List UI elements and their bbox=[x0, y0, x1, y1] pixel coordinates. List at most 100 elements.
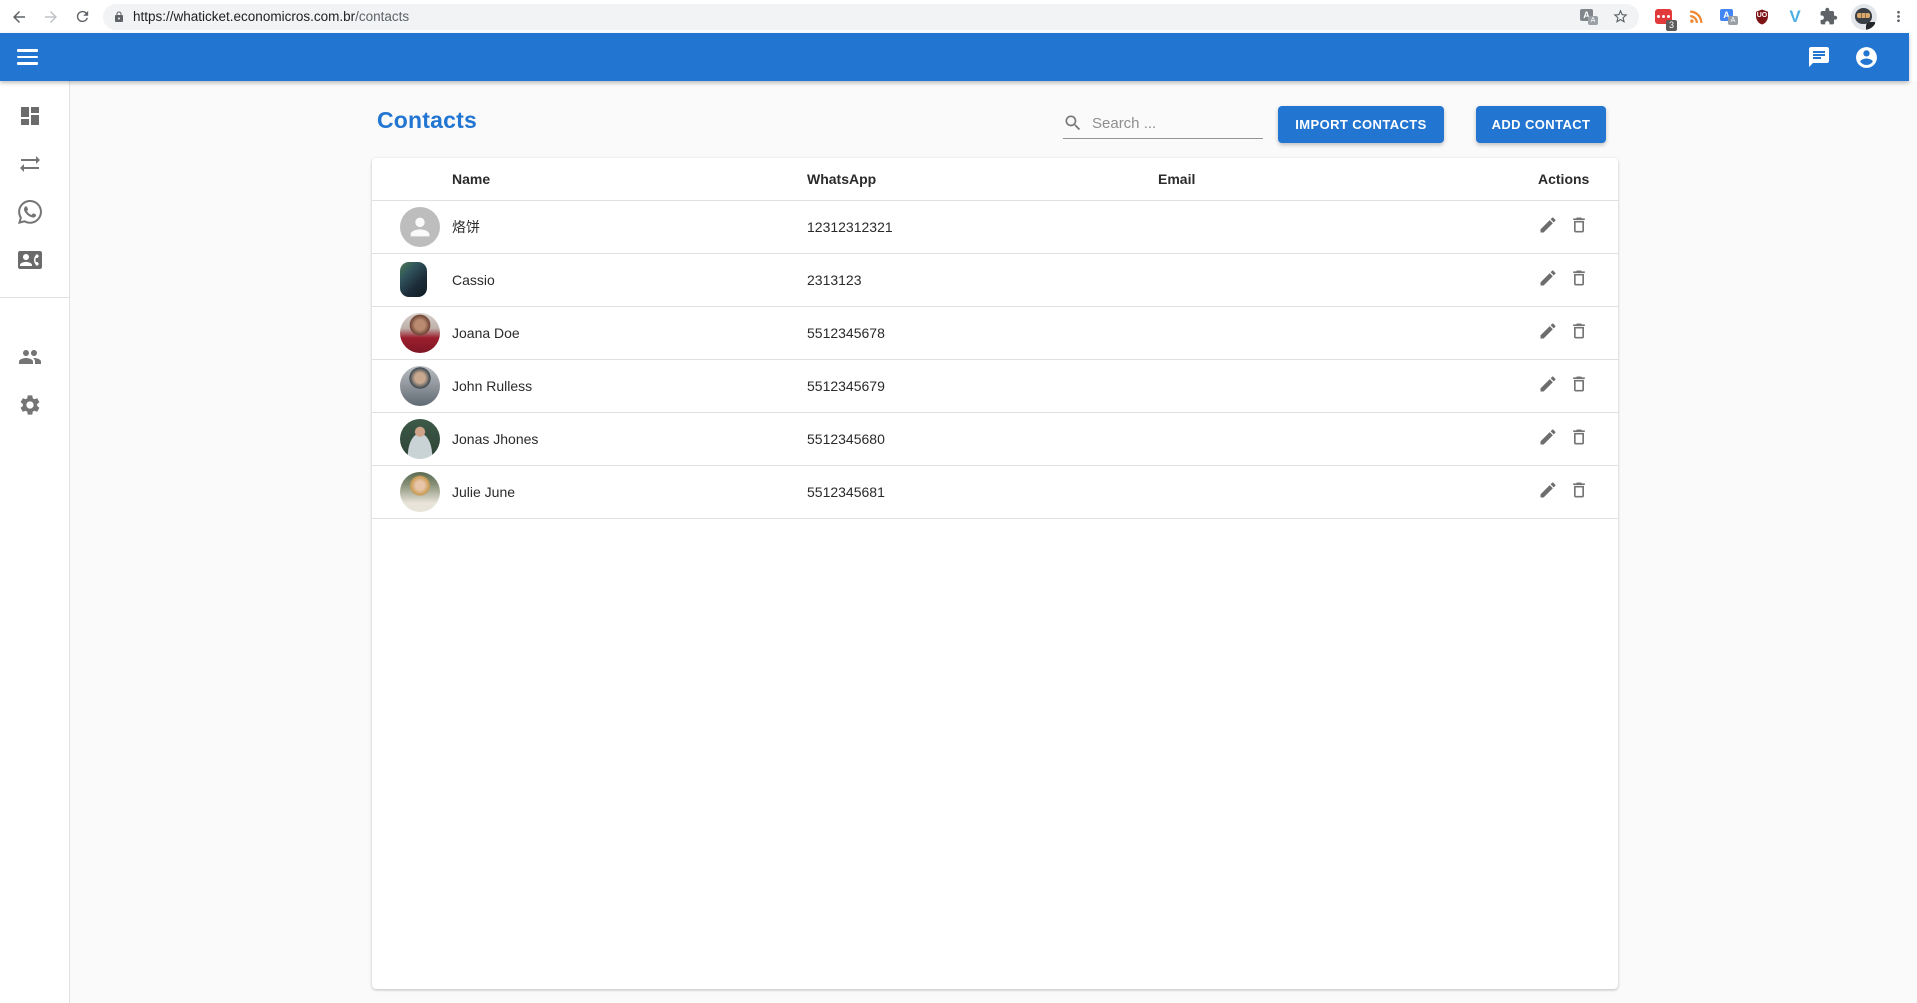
delete-icon bbox=[1569, 374, 1589, 394]
table-row: Joana Doe 5512345678 bbox=[372, 306, 1618, 359]
v-icon: V bbox=[1789, 8, 1800, 25]
delete-contact-button[interactable] bbox=[1569, 268, 1589, 288]
whatsapp-icon bbox=[18, 200, 42, 224]
rss-extension-icon[interactable] bbox=[1686, 7, 1706, 27]
connections-icon bbox=[18, 152, 42, 176]
edit-contact-button[interactable] bbox=[1538, 480, 1558, 500]
browser-profile-avatar[interactable] bbox=[1851, 4, 1877, 30]
user-menu-button[interactable] bbox=[1854, 45, 1879, 70]
translate-page-icon[interactable]: A A bbox=[1580, 9, 1598, 25]
edit-contact-button[interactable] bbox=[1538, 268, 1558, 288]
search-input[interactable] bbox=[1092, 115, 1263, 132]
ublock-extension-icon[interactable]: UO bbox=[1752, 7, 1772, 27]
bookmark-star-button[interactable] bbox=[1612, 8, 1629, 25]
menu-toggle-button[interactable] bbox=[17, 37, 57, 77]
contact-whatsapp: 2313123 bbox=[807, 253, 1158, 306]
avatar bbox=[400, 366, 440, 406]
kebab-menu-icon bbox=[1890, 8, 1907, 25]
contacts-table: Name WhatsApp Email Actions 烙饼 123123123… bbox=[372, 158, 1618, 519]
contact-email bbox=[1158, 412, 1538, 465]
account-icon bbox=[1854, 45, 1879, 70]
table-row: Julie June 5512345681 bbox=[372, 465, 1618, 518]
delete-contact-button[interactable] bbox=[1569, 374, 1589, 394]
star-icon bbox=[1612, 8, 1629, 25]
delete-contact-button[interactable] bbox=[1569, 427, 1589, 447]
translate-extension-icon[interactable]: A A bbox=[1719, 7, 1739, 27]
sidebar-item-tickets[interactable] bbox=[0, 188, 69, 236]
contact-name: Julie June bbox=[452, 465, 807, 518]
sidebar-divider bbox=[0, 297, 69, 298]
contact-name: John Rulless bbox=[452, 359, 807, 412]
delete-contact-button[interactable] bbox=[1569, 215, 1589, 235]
back-icon bbox=[10, 8, 28, 26]
delete-contact-button[interactable] bbox=[1569, 480, 1589, 500]
delete-icon bbox=[1569, 268, 1589, 288]
browser-forward-button[interactable] bbox=[42, 8, 60, 26]
settings-icon bbox=[18, 393, 42, 417]
vimium-extension-icon[interactable]: V bbox=[1785, 7, 1805, 27]
contact-whatsapp: 5512345679 bbox=[807, 359, 1158, 412]
edit-contact-button[interactable] bbox=[1538, 215, 1558, 235]
edit-contact-button[interactable] bbox=[1538, 374, 1558, 394]
avatar bbox=[400, 207, 440, 247]
edit-icon bbox=[1538, 321, 1558, 341]
chat-icon bbox=[1807, 45, 1831, 69]
table-row: John Rulless 5512345679 bbox=[372, 359, 1618, 412]
notification-extension-icon[interactable]: 3 bbox=[1653, 7, 1673, 27]
forward-icon bbox=[42, 8, 60, 26]
browser-reload-button[interactable] bbox=[74, 8, 91, 25]
announcements-button[interactable] bbox=[1807, 45, 1831, 69]
browser-menu-button[interactable] bbox=[1890, 8, 1907, 25]
contact-email bbox=[1158, 306, 1538, 359]
import-contacts-button[interactable]: IMPORT CONTACTS bbox=[1278, 106, 1444, 143]
sidebar-item-users[interactable] bbox=[0, 333, 69, 381]
delete-icon bbox=[1569, 427, 1589, 447]
column-header-actions: Actions bbox=[1538, 158, 1618, 200]
person-placeholder-icon bbox=[406, 213, 434, 241]
delete-contact-button[interactable] bbox=[1569, 321, 1589, 341]
edit-contact-button[interactable] bbox=[1538, 427, 1558, 447]
delete-icon bbox=[1569, 215, 1589, 235]
address-bar[interactable]: https://whaticket.economicros.com.br/con… bbox=[103, 4, 1639, 30]
edit-icon bbox=[1538, 215, 1558, 235]
contact-email bbox=[1158, 359, 1538, 412]
shield-icon: UO bbox=[1753, 8, 1771, 26]
extensions-menu-icon[interactable] bbox=[1818, 7, 1838, 27]
sidebar-item-contacts[interactable] bbox=[0, 236, 69, 284]
main-content: Contacts IMPORT CONTACTS ADD CONTACT Nam… bbox=[70, 81, 1917, 1003]
reload-icon bbox=[74, 8, 91, 25]
browser-toolbar: https://whaticket.economicros.com.br/con… bbox=[0, 0, 1917, 33]
add-contact-button[interactable]: ADD CONTACT bbox=[1476, 106, 1606, 143]
edit-icon bbox=[1538, 268, 1558, 288]
column-header-name: Name bbox=[452, 158, 807, 200]
sidebar-item-dashboard[interactable] bbox=[0, 92, 69, 140]
people-icon bbox=[18, 345, 42, 369]
browser-back-button[interactable] bbox=[10, 8, 28, 26]
table-header-row: Name WhatsApp Email Actions bbox=[372, 158, 1618, 200]
edit-icon bbox=[1538, 480, 1558, 500]
sidebar-item-settings[interactable] bbox=[0, 381, 69, 429]
contact-whatsapp: 5512345680 bbox=[807, 412, 1158, 465]
contact-name: Cassio bbox=[452, 253, 807, 306]
translate-icon: A A bbox=[1720, 9, 1738, 25]
contact-email bbox=[1158, 253, 1538, 306]
table-row: Cassio 2313123 bbox=[372, 253, 1618, 306]
dashboard-icon bbox=[18, 104, 42, 128]
avatar bbox=[400, 262, 427, 297]
search-icon bbox=[1063, 113, 1083, 133]
table-row: Jonas Jhones 5512345680 bbox=[372, 412, 1618, 465]
puzzle-icon bbox=[1819, 7, 1838, 26]
contact-whatsapp: 5512345678 bbox=[807, 306, 1158, 359]
contact-name: Joana Doe bbox=[452, 306, 807, 359]
contact-name: 烙饼 bbox=[452, 200, 807, 253]
app-bar bbox=[0, 33, 1909, 81]
table-row: 烙饼 12312312321 bbox=[372, 200, 1618, 253]
edit-contact-button[interactable] bbox=[1538, 321, 1558, 341]
delete-icon bbox=[1569, 321, 1589, 341]
contacts-icon bbox=[18, 248, 42, 272]
column-header-whatsapp: WhatsApp bbox=[807, 158, 1158, 200]
contact-whatsapp: 12312312321 bbox=[807, 200, 1158, 253]
sidebar-item-connections[interactable] bbox=[0, 140, 69, 188]
contact-whatsapp: 5512345681 bbox=[807, 465, 1158, 518]
edit-icon bbox=[1538, 374, 1558, 394]
